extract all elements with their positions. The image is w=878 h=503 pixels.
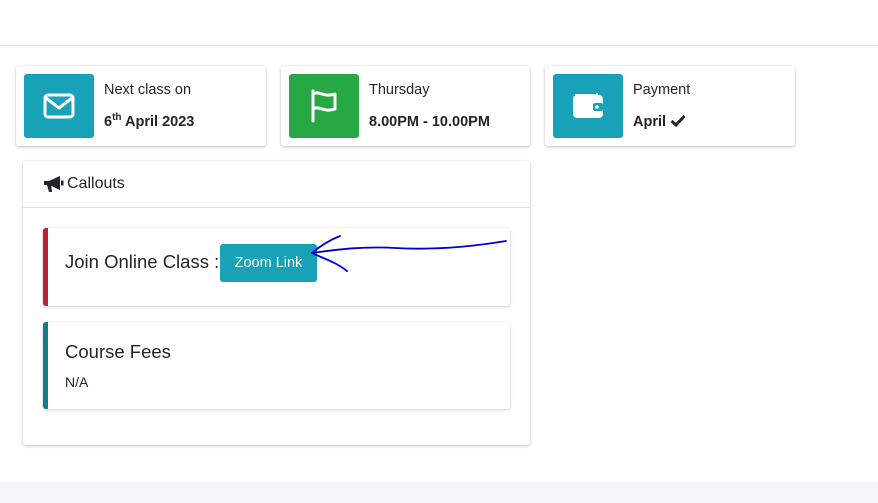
checkmark-icon <box>670 114 686 132</box>
info-box-next-class: Next class on 6th April 2023 <box>16 66 266 146</box>
zoom-link-button[interactable]: Zoom Link <box>220 244 317 282</box>
megaphone-icon <box>43 175 64 193</box>
card-title-text: Callouts <box>67 175 125 192</box>
top-navbar <box>0 0 878 46</box>
flag-icon <box>289 74 359 138</box>
info-box-value: 6th April 2023 <box>104 112 195 130</box>
info-box-value: April <box>633 113 789 132</box>
wallet-icon <box>553 74 623 138</box>
info-box-value: 8.00PM - 10.00PM <box>369 114 490 130</box>
card-title: Callouts <box>43 175 125 193</box>
footer-area <box>0 482 878 503</box>
info-box-payment: Payment April <box>545 66 795 146</box>
callout-course-fees: Course Fees N/A <box>43 322 510 409</box>
info-box-label: Thursday <box>369 82 430 98</box>
envelope-icon <box>24 74 94 138</box>
info-box-class-time: Thursday 8.00PM - 10.00PM <box>281 66 530 146</box>
callout-join-class: Join Online Class : Zoom Link <box>43 228 510 306</box>
course-fees-value: N/A <box>65 374 89 390</box>
card-header: Callouts <box>23 161 530 208</box>
join-class-label: Join Online Class : <box>65 251 220 272</box>
info-box-label: Payment <box>633 82 691 98</box>
info-box-label: Next class on <box>104 82 192 98</box>
callouts-card: Callouts Join Online Class : Zoom Link C… <box>23 161 530 445</box>
course-fees-title: Course Fees <box>65 341 171 362</box>
